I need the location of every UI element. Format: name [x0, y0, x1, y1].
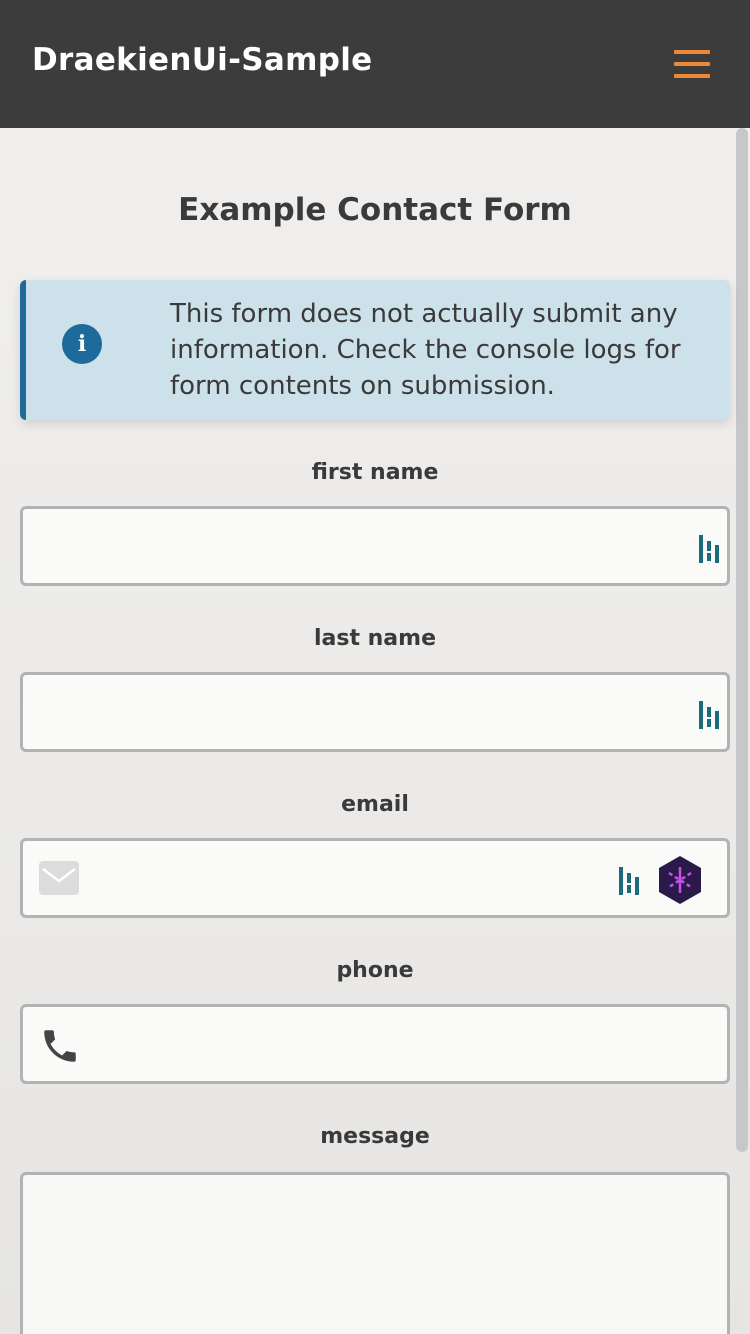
app-header: DraekienUi-Sample [0, 0, 750, 128]
app-title: DraekienUi-Sample [32, 42, 373, 78]
last-name-field[interactable] [20, 672, 730, 752]
last-name-input[interactable] [23, 675, 727, 749]
phone-field[interactable] [20, 1004, 730, 1084]
menu-bar-top [674, 50, 710, 54]
info-notice-text: This form does not actually submit any i… [170, 299, 681, 401]
message-field[interactable] [20, 1172, 730, 1334]
email-field[interactable] [20, 838, 730, 918]
form-title: Example Contact Form [178, 192, 572, 228]
message-label: message [320, 1124, 430, 1149]
password-manager-icon[interactable] [697, 533, 721, 565]
phone-input[interactable] [23, 1007, 727, 1081]
menu-bar-bottom [674, 74, 710, 78]
password-manager-icon[interactable] [617, 865, 641, 897]
message-textarea[interactable] [23, 1175, 727, 1334]
email-label: email [341, 792, 409, 817]
first-name-field[interactable] [20, 506, 730, 586]
info-icon: i [62, 324, 102, 364]
password-manager-icon[interactable] [697, 699, 721, 731]
email-extension-icon[interactable] [655, 855, 705, 905]
info-notice: i This form does not actually submit any… [20, 280, 730, 420]
phone-label: phone [336, 958, 414, 983]
last-name-label: last name [313, 626, 436, 651]
first-name-input[interactable] [23, 509, 727, 583]
first-name-label: first name [311, 460, 439, 485]
hamburger-menu-button[interactable] [668, 46, 716, 82]
menu-bar-middle [674, 62, 710, 66]
